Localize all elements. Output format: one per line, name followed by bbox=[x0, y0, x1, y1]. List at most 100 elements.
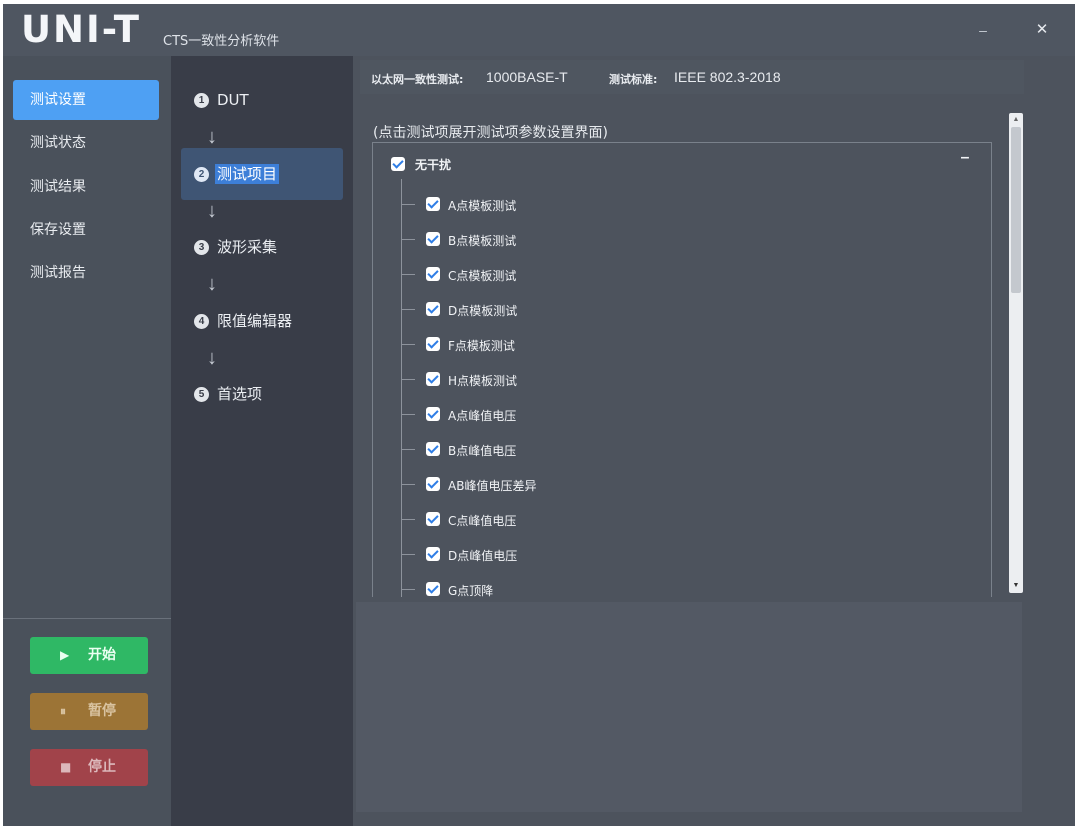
nav-item-test-report[interactable]: 测试报告 bbox=[13, 253, 159, 293]
arrow-down-icon: ↓ bbox=[207, 347, 217, 369]
test-item-checkbox[interactable] bbox=[426, 232, 440, 246]
test-item-checkbox[interactable] bbox=[426, 407, 440, 421]
test-item-checkbox[interactable] bbox=[426, 267, 440, 281]
pause-button[interactable]: ⏸ 暂停 bbox=[30, 693, 148, 730]
arrow-down-icon: ↓ bbox=[207, 126, 217, 148]
nav-divider bbox=[3, 618, 171, 619]
step-limit-editor[interactable]: 4 限值编辑器 bbox=[181, 295, 343, 347]
arrow-down-icon: ↓ bbox=[207, 200, 217, 222]
tree-branch-line bbox=[401, 344, 415, 345]
test-item-checkbox[interactable] bbox=[426, 197, 440, 211]
tree-branch-line bbox=[401, 519, 415, 520]
test-items-panel: (点击测试项展开测试项参数设置界面) 无干扰 – A点模板测试 B点模板测试 C点模… bbox=[356, 107, 1022, 597]
test-item-checkbox[interactable] bbox=[426, 582, 440, 596]
test-item-tree: 无干扰 – A点模板测试 B点模板测试 C点模板测试 D点模板测试 F点模板测试 H点模板… bbox=[372, 142, 992, 597]
stop-icon: ■ bbox=[60, 760, 72, 774]
test-item-row[interactable]: F点模板测试 bbox=[373, 327, 973, 362]
step-label: 波形采集 bbox=[217, 238, 278, 256]
step-label: 首选项 bbox=[217, 385, 263, 403]
test-type-value: 1000BASE-T bbox=[486, 69, 568, 85]
test-item-label[interactable]: C点峰值电压 bbox=[448, 512, 516, 529]
step-dut[interactable]: 1 DUT bbox=[181, 74, 343, 126]
standard-value: IEEE 802.3-2018 bbox=[674, 69, 781, 85]
close-button[interactable]: ✕ bbox=[1030, 18, 1054, 42]
test-item-row[interactable]: B点峰值电压 bbox=[373, 432, 973, 467]
tree-branch-line bbox=[401, 484, 415, 485]
step-waveform-capture[interactable]: 3 波形采集 bbox=[181, 221, 343, 273]
main-area: 以太网一致性测试: 1000BASE-T 测试标准: IEEE 802.3-20… bbox=[353, 56, 1075, 826]
scroll-down-icon[interactable]: ▼ bbox=[1009, 581, 1023, 591]
step-number: 3 bbox=[194, 240, 209, 255]
test-item-checkbox[interactable] bbox=[426, 477, 440, 491]
step-number: 2 bbox=[194, 167, 209, 182]
stop-button-label: 停止 bbox=[88, 759, 116, 775]
panel-hint: (点击测试项展开测试项参数设置界面) bbox=[373, 125, 608, 141]
step-label: 限值编辑器 bbox=[217, 312, 293, 330]
test-item-checkbox[interactable] bbox=[426, 372, 440, 386]
collapse-button[interactable]: – bbox=[957, 149, 973, 169]
step-label: DUT bbox=[217, 91, 249, 109]
step-label: 测试项目 bbox=[215, 164, 280, 184]
step-number: 4 bbox=[194, 314, 209, 329]
test-item-label[interactable]: A点峰值电压 bbox=[448, 407, 516, 424]
test-item-label[interactable]: G点顶降 bbox=[448, 582, 493, 597]
test-item-row[interactable]: H点模板测试 bbox=[373, 362, 973, 397]
test-item-row[interactable]: AB峰值电压差异 bbox=[373, 467, 973, 502]
tree-branch-line bbox=[401, 204, 415, 205]
uni-t-logo: UNI-T bbox=[21, 8, 141, 51]
test-item-label[interactable]: B点峰值电压 bbox=[448, 442, 516, 459]
test-item-label[interactable]: B点模板测试 bbox=[448, 232, 516, 249]
nav-item-test-status[interactable]: 测试状态 bbox=[13, 123, 159, 163]
test-item-label[interactable]: D点峰值电压 bbox=[448, 547, 517, 564]
test-item-label[interactable]: D点模板测试 bbox=[448, 302, 517, 319]
step-preferences[interactable]: 5 首选项 bbox=[181, 368, 343, 420]
test-item-checkbox[interactable] bbox=[426, 442, 440, 456]
scroll-up-icon[interactable]: ▲ bbox=[1009, 115, 1023, 125]
test-item-row[interactable]: A点模板测试 bbox=[373, 187, 973, 222]
tree-branch-line bbox=[401, 379, 415, 380]
play-icon: ▶ bbox=[60, 648, 70, 662]
test-item-checkbox[interactable] bbox=[426, 337, 440, 351]
start-button[interactable]: ▶ 开始 bbox=[30, 637, 148, 674]
parameter-panel bbox=[356, 602, 1022, 812]
test-item-row[interactable]: D点峰值电压 bbox=[373, 537, 973, 572]
tree-branch-line bbox=[401, 274, 415, 275]
standard-label: 测试标准: bbox=[609, 73, 658, 86]
step-test-items[interactable]: 2 测试项目 bbox=[181, 148, 343, 200]
scroll-thumb[interactable] bbox=[1011, 127, 1021, 293]
stop-button[interactable]: ■ 停止 bbox=[30, 749, 148, 786]
nav-item-test-results[interactable]: 测试结果 bbox=[13, 167, 159, 207]
test-item-label[interactable]: A点模板测试 bbox=[448, 197, 516, 214]
test-item-label[interactable]: F点模板测试 bbox=[448, 337, 515, 354]
app-title: CTS一致性分析软件 bbox=[163, 34, 280, 49]
test-item-row[interactable]: C点模板测试 bbox=[373, 257, 973, 292]
tree-branch-line bbox=[401, 309, 415, 310]
test-item-row[interactable]: G点顶降 bbox=[373, 572, 973, 597]
tree-branch-line bbox=[401, 554, 415, 555]
test-item-row[interactable]: C点峰值电压 bbox=[373, 502, 973, 537]
pause-button-label: 暂停 bbox=[88, 703, 116, 719]
test-item-label[interactable]: H点模板测试 bbox=[448, 372, 517, 389]
tree-root-label[interactable]: 无干扰 bbox=[415, 156, 451, 173]
info-bar: 以太网一致性测试: 1000BASE-T 测试标准: IEEE 802.3-20… bbox=[360, 60, 1024, 94]
nav-item-save-settings[interactable]: 保存设置 bbox=[13, 210, 159, 250]
test-item-row[interactable]: A点峰值电压 bbox=[373, 397, 973, 432]
test-item-label[interactable]: AB峰值电压差异 bbox=[448, 477, 536, 494]
tree-branch-line bbox=[401, 589, 415, 590]
vertical-scrollbar[interactable]: ▲ ▼ bbox=[1009, 113, 1023, 593]
test-item-row[interactable]: D点模板测试 bbox=[373, 292, 973, 327]
test-item-checkbox[interactable] bbox=[426, 302, 440, 316]
minimize-button[interactable]: – bbox=[971, 18, 995, 42]
test-item-row[interactable]: B点模板测试 bbox=[373, 222, 973, 257]
tree-branch-line bbox=[401, 239, 415, 240]
test-item-label[interactable]: C点模板测试 bbox=[448, 267, 516, 284]
nav-item-test-setup[interactable]: 测试设置 bbox=[13, 80, 159, 120]
steps-column: 1 DUT ↓ 2 测试项目 ↓ 3 波形采集 ↓ 4 限值编辑器 ↓ 5 首选… bbox=[171, 56, 353, 826]
tree-branch-line bbox=[401, 449, 415, 450]
test-item-checkbox[interactable] bbox=[426, 547, 440, 561]
step-number: 1 bbox=[194, 93, 209, 108]
test-item-checkbox[interactable] bbox=[426, 512, 440, 526]
root-checkbox[interactable] bbox=[391, 157, 405, 171]
arrow-down-icon: ↓ bbox=[207, 273, 217, 295]
title-bar: UNI-T CTS一致性分析软件 – ✕ bbox=[3, 4, 1075, 56]
